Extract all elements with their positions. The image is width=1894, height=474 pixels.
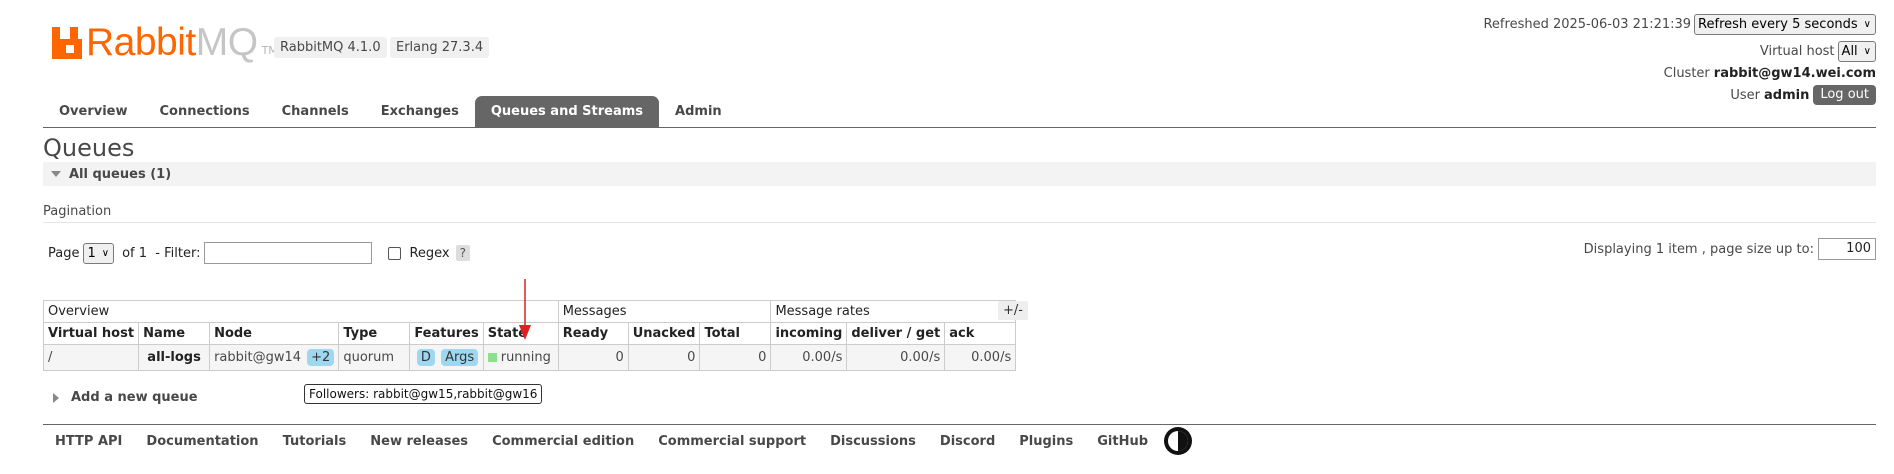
page-label: Page [48,245,80,261]
main-nav-tabs: Overview Connections Channels Exchanges … [43,96,738,127]
refreshed-time: 2025-06-03 21:21:39 [1552,16,1692,32]
chevron-down-icon: ∨ [1863,45,1871,57]
tab-divider [43,127,1876,128]
footer-link-commercial-support[interactable]: Commercial support [646,434,818,449]
pagination-label: Pagination [43,204,112,219]
cell-unacked: 0 [627,344,701,371]
cluster-label: Cluster [1663,65,1710,81]
footer-link-discussions[interactable]: Discussions [818,434,928,449]
vhost-select[interactable]: All ∨ [1837,40,1876,62]
cell-deliver-get: 0.00/s [846,344,946,371]
col-incoming[interactable]: incoming [770,322,848,345]
all-queues-section-toggle[interactable]: All queues (1) [43,162,1876,186]
tab-channels[interactable]: Channels [266,96,365,127]
refresh-interval-select[interactable]: Refresh every 5 seconds ∨ [1694,13,1876,35]
regex-help-button[interactable]: ? [455,245,471,261]
col-virtual-host[interactable]: Virtual host [42,322,140,345]
page-size-control: Displaying 1 item , page size up to: 100 [1584,238,1876,260]
triangle-right-icon [53,392,59,403]
node-name: rabbit@gw14 [214,350,302,365]
logo-text: RabbitMQ [86,21,258,64]
footer-link-http-api[interactable]: HTTP API [43,434,134,449]
footer-link-plugins[interactable]: Plugins [1007,434,1085,449]
queue-name-link[interactable]: all-logs [138,344,211,371]
page-title: Queues [43,134,135,162]
red-arrow-icon [519,279,531,340]
state-text: running [500,350,551,365]
tab-exchanges[interactable]: Exchanges [365,96,475,127]
col-type[interactable]: Type [338,322,411,345]
table-row: / all-logs rabbit@gw14 +2 quorum D Args … [42,344,1017,371]
col-ready[interactable]: Ready [557,322,629,345]
cell-state: running [482,344,559,371]
add-queue-toggle[interactable]: Add a new queue [53,390,198,405]
footer-link-tutorials[interactable]: Tutorials [271,434,359,449]
followers-tooltip: Followers: rabbit@gw15,rabbit@gw16 [304,384,543,404]
column-toggle-button[interactable]: +/- [998,301,1028,320]
displaying-label: Displaying 1 item , page size up to: [1583,241,1814,257]
running-status-icon [487,353,497,362]
footer-link-github[interactable]: GitHub [1085,434,1160,449]
cell-node: rabbit@gw14 +2 [209,344,340,371]
col-node[interactable]: Node [209,322,340,345]
footer-link-commercial-edition[interactable]: Commercial edition [480,434,646,449]
vhost-label: Virtual host [1759,43,1835,59]
cell-incoming: 0.00/s [770,344,848,371]
tab-admin[interactable]: Admin [659,96,738,127]
cell-ready: 0 [557,344,629,371]
feature-durable-badge: D [416,349,435,366]
col-unacked[interactable]: Unacked [627,322,701,345]
user-name: admin [1764,87,1810,103]
regex-label: Regex [409,245,450,261]
rabbitmq-logo-icon [52,27,82,59]
rabbitmq-version-badge: RabbitMQ 4.1.0 [274,37,387,58]
cell-total: 0 [699,344,772,371]
footer-link-discord[interactable]: Discord [928,434,1007,449]
footer-link-documentation[interactable]: Documentation [134,434,270,449]
followers-badge[interactable]: +2 [307,349,335,366]
footer-divider [43,424,1876,425]
page-size-input[interactable]: 100 [1818,238,1876,260]
pagination-controls: Page 1 ∨ of 1 - Filter: Regex ? [48,242,471,264]
section-title: All queues (1) [69,166,172,182]
regex-checkbox[interactable] [388,246,402,260]
cell-type: quorum [338,344,411,371]
refreshed-label: Refreshed [1483,16,1549,32]
cell-ack: 0.00/s [944,344,1017,371]
col-name[interactable]: Name [138,322,211,345]
footer-links: HTTP API Documentation Tutorials New rel… [43,427,1193,455]
logout-button[interactable]: Log out [1813,85,1876,105]
tab-queues-and-streams[interactable]: Queues and Streams [474,96,660,127]
group-header-overview: Overview [43,300,559,323]
user-label: User [1730,87,1760,103]
triangle-down-icon [51,171,61,177]
feature-args-badge: Args [441,349,479,366]
group-header-message-rates: Message rates [770,300,1017,323]
col-deliver-get[interactable]: deliver / get [846,322,946,345]
group-header-messages: Messages [557,300,772,323]
chevron-down-icon: ∨ [101,247,110,259]
filter-label: - Filter: [155,245,201,261]
col-ack[interactable]: ack [944,322,1017,345]
footer-link-new-releases[interactable]: New releases [358,434,480,449]
page-count: of 1 [122,245,148,261]
col-total[interactable]: Total [699,322,772,345]
filter-input[interactable] [204,242,373,264]
chevron-down-icon: ∨ [1863,18,1871,30]
theme-toggle-icon[interactable] [1164,427,1193,455]
pagination-divider [43,222,1876,223]
col-features: Features [409,322,484,345]
cell-vhost: / [42,344,140,371]
status-panel: Refreshed 2025-06-03 21:21:39 Refresh ev… [1483,13,1876,106]
cell-features: D Args [409,344,484,371]
tab-overview[interactable]: Overview [43,96,144,127]
cluster-name: rabbit@gw14.wei.com [1713,65,1876,81]
add-queue-label: Add a new queue [71,390,198,405]
rabbitmq-logo: RabbitMQ TM [52,19,278,63]
tab-connections[interactable]: Connections [144,96,266,127]
page-select[interactable]: 1 ∨ [83,242,115,264]
erlang-version-badge: Erlang 27.3.4 [390,37,490,58]
